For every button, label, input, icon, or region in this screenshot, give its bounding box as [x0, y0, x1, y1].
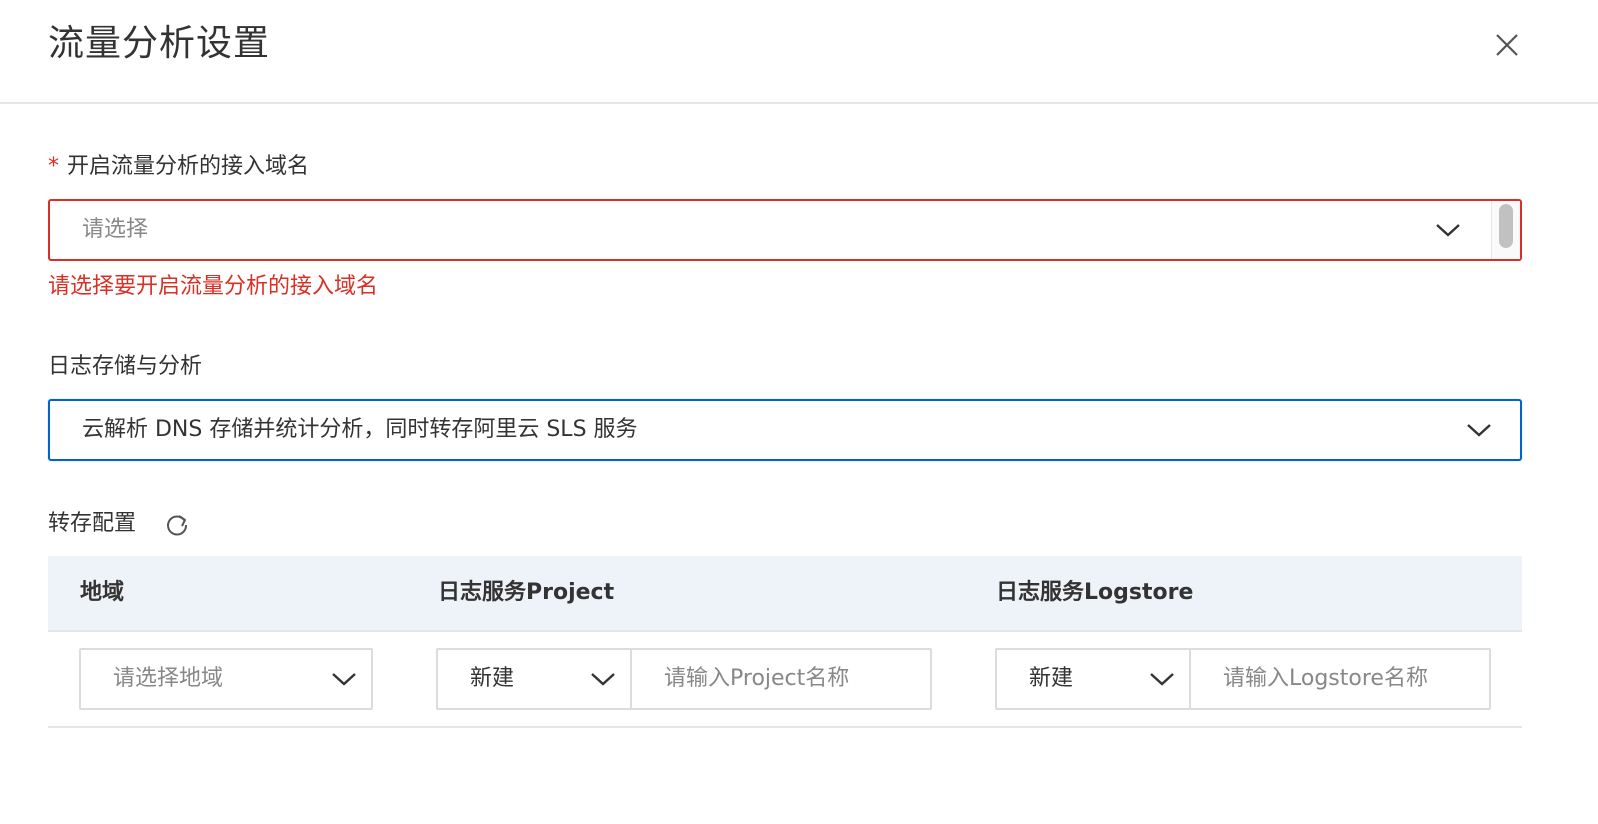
domain-error-message: 请选择要开启流量分析的接入域名 [48, 274, 379, 299]
storage-select-value: 云解析 DNS 存储并统计分析，同时转存阿里云 SLS 服务 [82, 417, 638, 442]
chevron-down-icon [1436, 224, 1460, 237]
table-row: 请选择地域 新建 请输入Project名称 新建 请输入Logstore名称 [48, 632, 1522, 728]
region-select-placeholder: 请选择地域 [113, 666, 224, 691]
project-name-input[interactable]: 请输入Project名称 [630, 648, 932, 710]
logstore-mode-select[interactable]: 新建 [995, 648, 1191, 710]
region-select[interactable]: 请选择地域 [79, 648, 373, 710]
column-header-region: 地域 [80, 580, 125, 605]
logstore-name-input[interactable]: 请输入Logstore名称 [1189, 648, 1491, 710]
refresh-icon [167, 515, 188, 536]
project-mode-select[interactable]: 新建 [436, 648, 632, 710]
domain-field-label-text: 开启流量分析的接入域名 [67, 154, 310, 179]
project-name-placeholder: 请输入Project名称 [664, 666, 850, 691]
domain-select-scrollbar[interactable] [1491, 201, 1520, 259]
storage-field-label: 日志存储与分析 [48, 354, 203, 379]
required-mark: * [48, 154, 59, 179]
transfer-config-label: 转存配置 [48, 511, 137, 536]
logstore-name-placeholder: 请输入Logstore名称 [1223, 666, 1428, 691]
chevron-down-icon [591, 673, 615, 686]
close-icon [1496, 34, 1518, 56]
domain-select-placeholder: 请选择 [82, 217, 149, 242]
chevron-down-icon [1467, 424, 1491, 437]
dialog-header: 流量分析设置 [0, 0, 1598, 104]
chevron-down-icon [332, 673, 356, 686]
chevron-down-icon [1150, 673, 1174, 686]
refresh-button[interactable] [164, 512, 190, 538]
close-button[interactable] [1488, 26, 1526, 64]
flow-analysis-dialog: 流量分析设置 * 开启流量分析的接入域名 请选择 请选择要开启流量分析的接入域名 … [0, 0, 1598, 824]
logstore-mode-value: 新建 [1029, 666, 1074, 691]
project-mode-value: 新建 [470, 666, 515, 691]
domain-select[interactable]: 请选择 [48, 199, 1522, 261]
column-header-project: 日志服务Project [438, 580, 615, 605]
dialog-title: 流量分析设置 [48, 23, 271, 64]
scrollbar-thumb[interactable] [1499, 204, 1513, 248]
domain-field-label: * 开启流量分析的接入域名 [48, 152, 309, 182]
column-header-logstore: 日志服务Logstore [996, 580, 1194, 605]
storage-select[interactable]: 云解析 DNS 存储并统计分析，同时转存阿里云 SLS 服务 [48, 399, 1522, 461]
transfer-table-header: 地域 日志服务Project 日志服务Logstore [48, 556, 1522, 632]
